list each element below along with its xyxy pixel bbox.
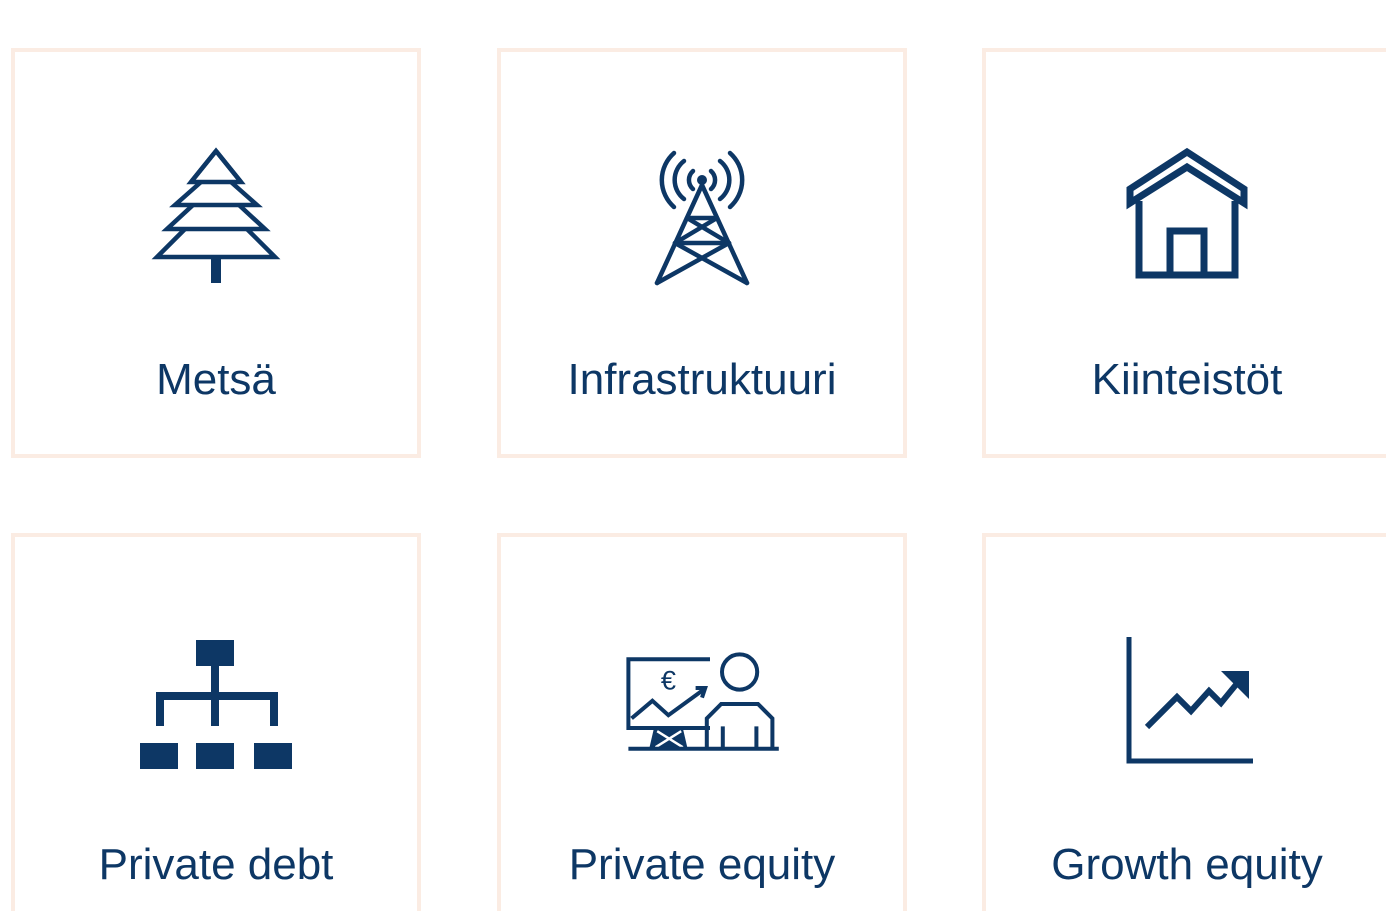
card-label: Kiinteistöt [1091, 355, 1283, 404]
card-private-debt[interactable]: Private debt [11, 533, 421, 911]
svg-text:€: € [661, 665, 676, 696]
growth-chart-icon [1107, 625, 1267, 775]
card-label: Private debt [98, 840, 334, 889]
card-label: Metsä [156, 355, 276, 404]
presentation-euro-icon: € [622, 625, 782, 775]
card-growth-equity[interactable]: Growth equity [982, 533, 1386, 911]
card-private-equity[interactable]: € Private equity [497, 533, 907, 911]
card-infrastruktuuri[interactable]: Infrastruktuuri [497, 48, 907, 458]
card-label: Private equity [568, 840, 836, 889]
asset-class-grid: Metsä Infrastruktuuri Kiinteistöt Privat… [0, 0, 1386, 911]
org-chart-icon [136, 625, 296, 775]
card-label: Growth equity [1051, 840, 1323, 889]
radio-tower-icon [622, 140, 782, 290]
tree-icon [136, 140, 296, 290]
card-label: Infrastruktuuri [567, 355, 837, 404]
card-kiinteistot[interactable]: Kiinteistöt [982, 48, 1386, 458]
card-metsa[interactable]: Metsä [11, 48, 421, 458]
house-icon [1107, 140, 1267, 290]
